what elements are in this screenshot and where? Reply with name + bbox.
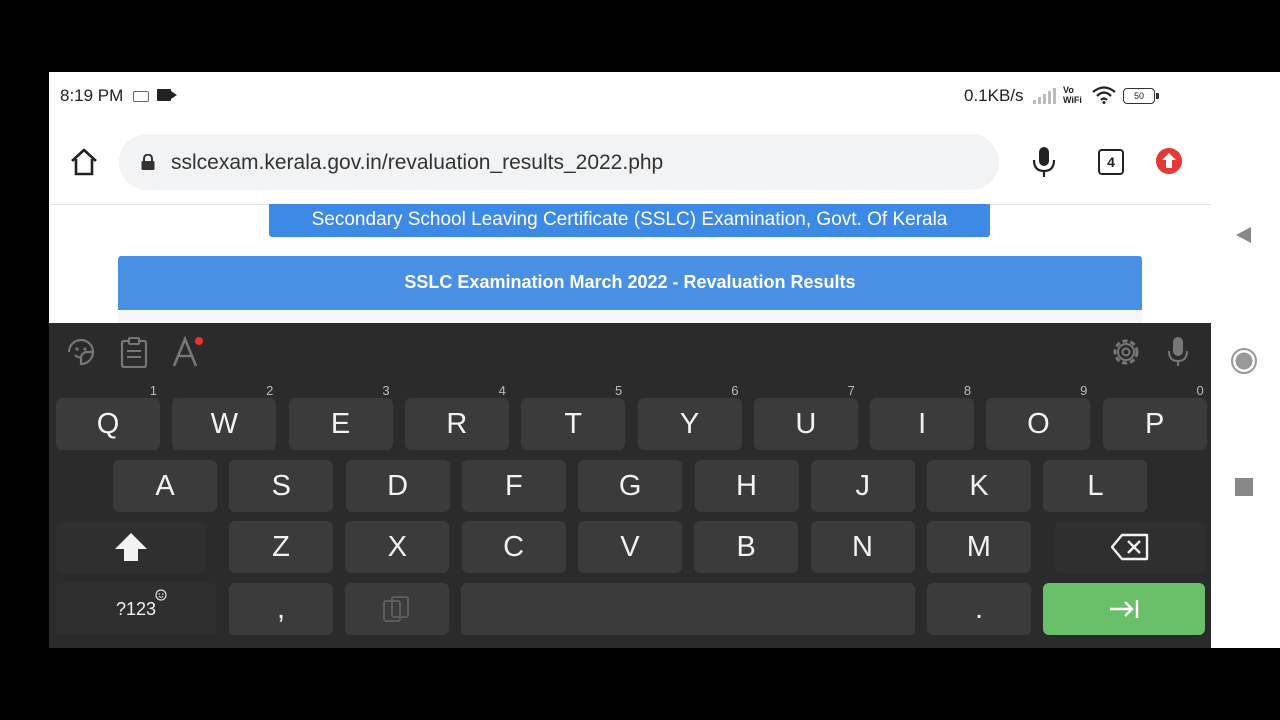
url-text[interactable]: sslcexam.kerala.gov.in/revaluation_resul… bbox=[171, 151, 663, 175]
vowifi-bottom: WiFi bbox=[1063, 95, 1082, 105]
status-time: 8:19 PM bbox=[60, 86, 124, 105]
key-b[interactable]: B bbox=[694, 521, 799, 573]
vowifi-icon: Vo WiFi bbox=[1063, 85, 1082, 105]
key-label: T bbox=[564, 408, 583, 440]
key-g[interactable]: G bbox=[578, 460, 683, 512]
navigation-bar bbox=[1211, 72, 1280, 648]
recents-square-icon[interactable] bbox=[1235, 478, 1253, 496]
notification-dot bbox=[195, 337, 203, 345]
key-f[interactable]: F bbox=[461, 460, 566, 512]
key-z[interactable]: Z bbox=[229, 521, 333, 573]
video-camera-icon bbox=[157, 89, 177, 101]
key-j[interactable]: J bbox=[810, 460, 915, 512]
home-icon[interactable] bbox=[69, 148, 99, 176]
key-label: E bbox=[330, 408, 351, 440]
browser-toolbar: sslcexam.kerala.gov.in/revaluation_resul… bbox=[49, 120, 1211, 205]
backspace-key[interactable] bbox=[1055, 521, 1205, 573]
sslc-banner: Secondary School Leaving Certificate (SS… bbox=[269, 204, 990, 237]
key-number-hint: 4 bbox=[498, 383, 506, 398]
sticker-icon[interactable] bbox=[65, 336, 97, 368]
backspace-icon bbox=[1110, 533, 1149, 561]
key-number-hint: 3 bbox=[382, 383, 390, 398]
language-switch-key[interactable] bbox=[345, 583, 449, 635]
key-n[interactable]: N bbox=[810, 521, 915, 573]
key-label: O bbox=[1027, 408, 1050, 440]
symbols-key-label: ?123 bbox=[115, 599, 157, 619]
space-bar[interactable] bbox=[461, 583, 915, 635]
network-speed: 0.1KB/s bbox=[964, 86, 1024, 105]
key-number-hint: 8 bbox=[963, 383, 972, 398]
next-action-key[interactable] bbox=[1043, 583, 1205, 635]
period-key[interactable]: . bbox=[927, 583, 1031, 635]
key-label: U bbox=[795, 408, 817, 440]
tab-arrow-icon bbox=[1110, 600, 1139, 618]
microphone-icon[interactable] bbox=[1031, 146, 1057, 178]
key-p[interactable]: P0 bbox=[1102, 384, 1207, 450]
key-label: I bbox=[918, 408, 927, 440]
key-q[interactable]: Q1 bbox=[56, 384, 160, 450]
key-label: Q bbox=[96, 408, 120, 440]
key-a[interactable]: A bbox=[113, 460, 217, 512]
lock-icon bbox=[141, 154, 155, 170]
key-label: Y bbox=[679, 408, 700, 440]
battery-icon: 50 bbox=[1123, 88, 1159, 104]
key-number-hint: 9 bbox=[1080, 383, 1088, 398]
key-t[interactable]: T5 bbox=[521, 384, 626, 450]
on-screen-keyboard: Q1W2E3R4T5Y6U7I8O9P0 ASDFGHJKL ZXCVBNM ?… bbox=[49, 323, 1211, 648]
shift-key[interactable] bbox=[56, 521, 206, 573]
key-number-hint: 0 bbox=[1196, 383, 1204, 398]
key-o[interactable]: O9 bbox=[986, 384, 1091, 450]
key-w[interactable]: W2 bbox=[172, 384, 277, 450]
back-triangle-icon[interactable] bbox=[1235, 226, 1252, 244]
key-u[interactable]: U7 bbox=[753, 384, 858, 450]
key-number-hint: 5 bbox=[614, 383, 623, 398]
key-label: R bbox=[446, 408, 468, 440]
key-v[interactable]: V bbox=[577, 521, 682, 573]
symbols-key[interactable]: ?123 bbox=[56, 583, 216, 635]
key-m[interactable]: M bbox=[926, 521, 1031, 573]
key-k[interactable]: K bbox=[927, 460, 1032, 512]
key-number-hint: 7 bbox=[847, 383, 855, 398]
key-number-hint: 6 bbox=[731, 383, 739, 398]
phone-screen: 8:19 PM 0.1KB/s Vo WiFi 50 sslcexam.keral… bbox=[49, 72, 1280, 648]
key-r[interactable]: R4 bbox=[404, 384, 509, 450]
key-c[interactable]: C bbox=[461, 521, 566, 573]
key-y[interactable]: Y6 bbox=[637, 384, 742, 450]
language-icon bbox=[383, 596, 409, 622]
key-i[interactable]: I8 bbox=[870, 384, 975, 450]
update-arrow-icon[interactable] bbox=[1156, 148, 1182, 174]
keyboard-notification-icon bbox=[133, 91, 149, 102]
web-page-content: Secondary School Leaving Certificate (SS… bbox=[49, 204, 1211, 325]
voice-input-icon[interactable] bbox=[1166, 336, 1190, 368]
key-d[interactable]: D bbox=[345, 460, 450, 512]
tab-switcher-button[interactable]: 4 bbox=[1098, 149, 1124, 175]
comma-key[interactable]: , bbox=[229, 583, 333, 635]
key-h[interactable]: H bbox=[694, 460, 799, 512]
status-bar: 8:19 PM 0.1KB/s Vo WiFi 50 bbox=[49, 72, 1211, 120]
home-circle-icon[interactable] bbox=[1231, 348, 1257, 374]
vowifi-top: Vo bbox=[1063, 85, 1074, 95]
emoji-hint-icon bbox=[155, 589, 167, 601]
settings-gear-icon[interactable] bbox=[1110, 336, 1142, 368]
key-label: W bbox=[210, 408, 238, 440]
key-e[interactable]: E3 bbox=[288, 384, 393, 450]
shift-arrow-icon bbox=[115, 533, 147, 561]
signal-strength-icon bbox=[1033, 88, 1059, 104]
clipboard-icon[interactable] bbox=[119, 336, 149, 368]
wifi-icon bbox=[1092, 86, 1116, 104]
key-number-hint: 1 bbox=[149, 383, 157, 398]
address-bar[interactable]: sslcexam.kerala.gov.in/revaluation_resul… bbox=[119, 134, 999, 190]
key-l[interactable]: L bbox=[1043, 460, 1148, 512]
key-x[interactable]: X bbox=[345, 521, 450, 573]
results-title: SSLC Examination March 2022 - Revaluatio… bbox=[118, 256, 1142, 310]
key-s[interactable]: S bbox=[229, 460, 334, 512]
key-number-hint: 2 bbox=[266, 383, 274, 398]
key-label: P bbox=[1145, 408, 1165, 440]
